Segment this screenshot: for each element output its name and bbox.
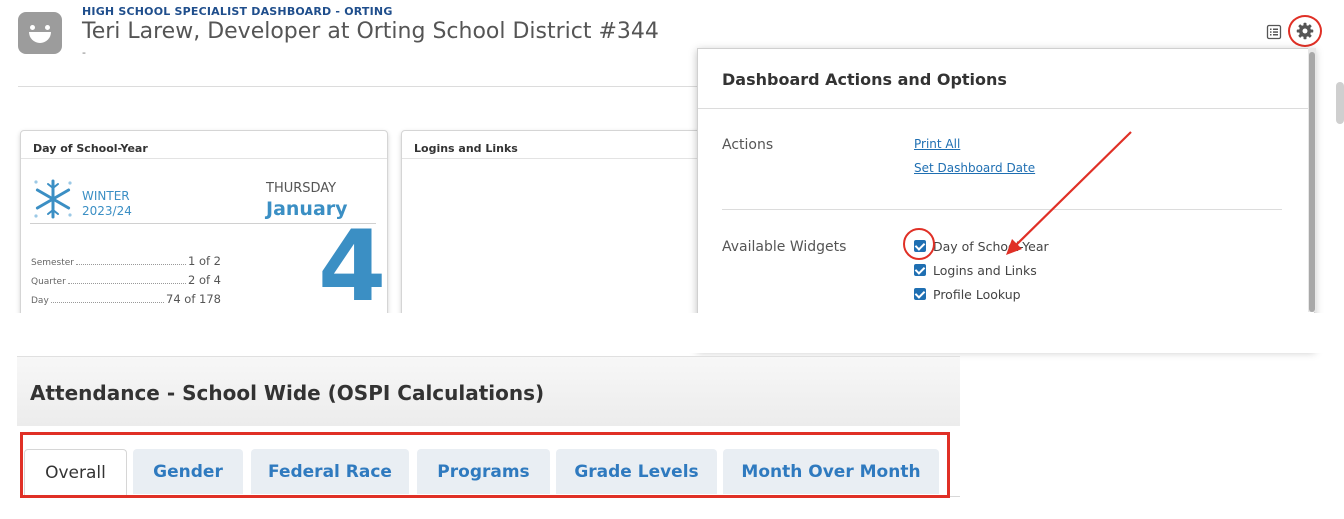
- season-label: WINTER: [82, 189, 130, 203]
- stat-label: Semester: [31, 258, 75, 268]
- widget-option-label: Logins and Links: [933, 262, 1037, 278]
- attendance-title: Attendance - School Wide (OSPI Calculati…: [30, 381, 545, 405]
- checkbox-highlight-circle: [903, 228, 935, 260]
- stat-leader: [50, 294, 165, 303]
- print-all-link[interactable]: Print All: [914, 137, 960, 151]
- panel-scrollbar-thumb[interactable]: [1309, 52, 1315, 312]
- checkbox-checked-icon[interactable]: [914, 264, 926, 276]
- stat-row-semester: Semester 1 of 2: [31, 254, 221, 270]
- header-divider: [18, 86, 698, 87]
- available-widgets-label: Available Widgets: [722, 239, 847, 255]
- snowflake-icon: [34, 179, 72, 219]
- avatar-mouth-icon: [29, 32, 51, 43]
- annotation-arrow-icon: [1006, 131, 1132, 255]
- checkbox-checked-icon[interactable]: [914, 288, 926, 300]
- list-icon[interactable]: [1266, 24, 1282, 40]
- avatar-eye-icon: [45, 25, 50, 30]
- widget-title: Logins and Links: [402, 131, 702, 159]
- stat-row-day: Day 74 of 178: [31, 292, 221, 308]
- panel-title: Dashboard Actions and Options: [722, 70, 1007, 89]
- tabs-highlight-box: [20, 432, 950, 498]
- avatar: [18, 12, 62, 54]
- actions-label: Actions: [722, 137, 774, 153]
- gear-highlight-circle: [1288, 15, 1322, 47]
- user-subtitle: -: [82, 46, 86, 59]
- stat-value: 74 of 178: [166, 292, 221, 306]
- stat-label: Quarter: [31, 277, 66, 287]
- stat-row-quarter: Quarter 2 of 4: [31, 273, 221, 289]
- season-year: 2023/24: [82, 204, 132, 218]
- avatar-eye-icon: [30, 25, 35, 30]
- widget-option-logins-and-links[interactable]: Logins and Links: [914, 262, 1037, 278]
- stat-leader: [67, 275, 186, 284]
- section-gap: [0, 313, 1344, 353]
- stat-label: Day: [31, 296, 49, 306]
- page-scrollbar-thumb[interactable]: [1336, 82, 1344, 124]
- stat-value: 2 of 4: [187, 273, 221, 287]
- stat-leader: [76, 256, 186, 265]
- panel-divider: [698, 108, 1308, 109]
- widget-title: Day of School-Year: [21, 131, 387, 159]
- stat-value: 1 of 2: [187, 254, 221, 268]
- widget-option-profile-lookup[interactable]: Profile Lookup: [914, 286, 1021, 302]
- dashboard-title: HIGH SCHOOL SPECIALIST DASHBOARD - ORTIN…: [82, 5, 393, 18]
- weekday-label: THURSDAY: [266, 181, 337, 196]
- day-number: 4: [318, 210, 387, 324]
- user-line: Teri Larew, Developer at Orting School D…: [82, 19, 659, 44]
- widget-option-label: Profile Lookup: [933, 286, 1021, 302]
- logins-and-links-widget: Logins and Links: [401, 130, 703, 332]
